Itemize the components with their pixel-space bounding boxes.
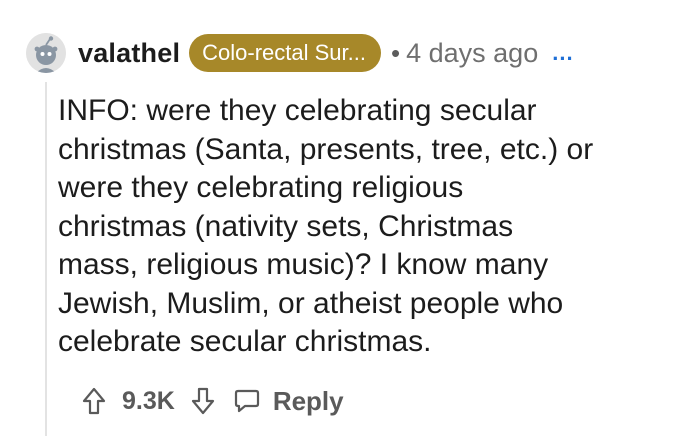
comment-body-line: were they celebrating religious	[58, 171, 464, 204]
reply-button[interactable]: Reply	[233, 386, 344, 417]
avatar[interactable]	[26, 33, 66, 73]
upvote-button[interactable]	[80, 385, 108, 417]
meta-separator: •	[391, 37, 401, 68]
comment-body-line: Jewish, Muslim, or atheist people who	[58, 286, 564, 320]
downvote-arrow-icon	[191, 387, 214, 415]
vote-count: 9.3K	[122, 386, 175, 415]
user-flair: Colo-rectal Sur...	[189, 34, 381, 72]
username[interactable]: valathel	[78, 38, 180, 69]
comment-body-line: christmas (Santa, presents, tree, etc.) …	[58, 132, 594, 166]
upvote-arrow-icon	[82, 387, 106, 415]
snoo-avatar-icon	[26, 33, 66, 73]
comment-body-line: christmas (nativity sets, Christmas	[58, 209, 514, 243]
reply-label: Reply	[272, 385, 344, 416]
chat-bubble-icon	[234, 389, 259, 413]
comment-body-line: INFO: were they celebrating secular	[58, 94, 537, 127]
comment-header: valathel Colo-rectal Sur... • 4 days ago…	[26, 30, 574, 76]
comment-body-line: mass, religious music)? I know many	[58, 248, 549, 281]
comment-body: INFO: were they celebrating secular chris…	[58, 92, 678, 362]
comment-body-line: celebrate secular christmas.	[58, 325, 432, 358]
more-options-button[interactable]: ...	[552, 40, 573, 66]
comment-timestamp: 4 days ago	[406, 37, 539, 68]
thread-line[interactable]	[45, 82, 47, 436]
downvote-button[interactable]	[189, 385, 217, 417]
comment-actions: 9.3K Reply	[80, 381, 344, 421]
